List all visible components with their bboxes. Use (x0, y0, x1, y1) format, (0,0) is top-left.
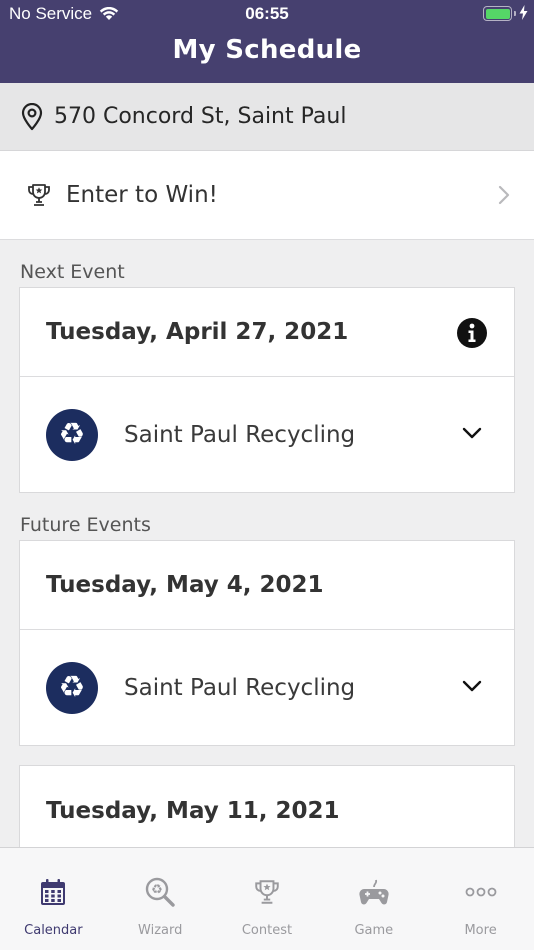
battery-icon (483, 6, 512, 21)
event-date: Tuesday, May 4, 2021 (46, 572, 324, 598)
service-row[interactable]: ♻ Saint Paul Recycling (20, 630, 514, 745)
tab-label: Calendar (24, 923, 83, 938)
svg-text:♻: ♻ (151, 883, 163, 898)
service-name: Saint Paul Recycling (124, 674, 356, 701)
next-event-card: Tuesday, April 27, 2021 ♻ Saint Paul Rec… (19, 287, 515, 493)
event-date-row: Tuesday, April 27, 2021 (20, 288, 514, 377)
chevron-right-icon (498, 185, 510, 205)
recycle-icon: ♻ (46, 661, 98, 714)
tab-label: Game (354, 923, 394, 938)
enter-to-win-row[interactable]: Enter to Win! (0, 151, 534, 240)
event-date: Tuesday, May 11, 2021 (46, 797, 340, 824)
event-date-row: Tuesday, May 11, 2021 (20, 766, 514, 855)
chevron-down-icon[interactable] (462, 427, 482, 439)
service-name: Saint Paul Recycling (124, 421, 356, 448)
tab-label: Contest (241, 923, 293, 938)
trophy-icon (253, 876, 281, 908)
recycle-search-icon: ♻ (145, 876, 175, 908)
page-title: My Schedule (172, 35, 362, 65)
future-events-label: Future Events (20, 514, 151, 536)
address-text: 570 Concord St, Saint Paul (54, 104, 347, 129)
enter-to-win-label: Enter to Win! (66, 182, 218, 208)
trophy-icon (28, 184, 50, 206)
event-date: Tuesday, April 27, 2021 (46, 319, 349, 345)
tab-label: More (464, 923, 497, 938)
service-row[interactable]: ♻ Saint Paul Recycling (20, 377, 514, 492)
tab-wizard[interactable]: ♻ Wizard (107, 848, 214, 948)
tab-contest[interactable]: Contest (214, 848, 321, 948)
future-event-card: Tuesday, May 4, 2021 ♻ Saint Paul Recycl… (19, 540, 515, 746)
tab-more[interactable]: More (427, 848, 534, 948)
event-date-row: Tuesday, May 4, 2021 (20, 541, 514, 630)
tab-label: Wizard (138, 923, 183, 938)
location-pin-icon (21, 102, 43, 130)
status-bar: No Service 06:55 (0, 0, 534, 28)
info-icon[interactable] (456, 317, 488, 349)
more-dots-icon (465, 876, 497, 908)
address-bar[interactable]: 570 Concord St, Saint Paul (0, 83, 534, 151)
status-time: 06:55 (245, 4, 289, 23)
gamepad-icon (358, 876, 390, 908)
chevron-down-icon[interactable] (462, 680, 482, 692)
recycle-icon: ♻ (46, 408, 98, 461)
charging-bolt-icon (519, 5, 528, 20)
tab-bar: Calendar ♻ Wizard Contest Game More (0, 847, 534, 950)
tab-calendar[interactable]: Calendar (0, 848, 107, 948)
app-header: No Service 06:55 My Schedule (0, 0, 534, 83)
calendar-icon (40, 876, 66, 908)
tab-game[interactable]: Game (320, 848, 427, 948)
next-event-label: Next Event (20, 261, 125, 283)
